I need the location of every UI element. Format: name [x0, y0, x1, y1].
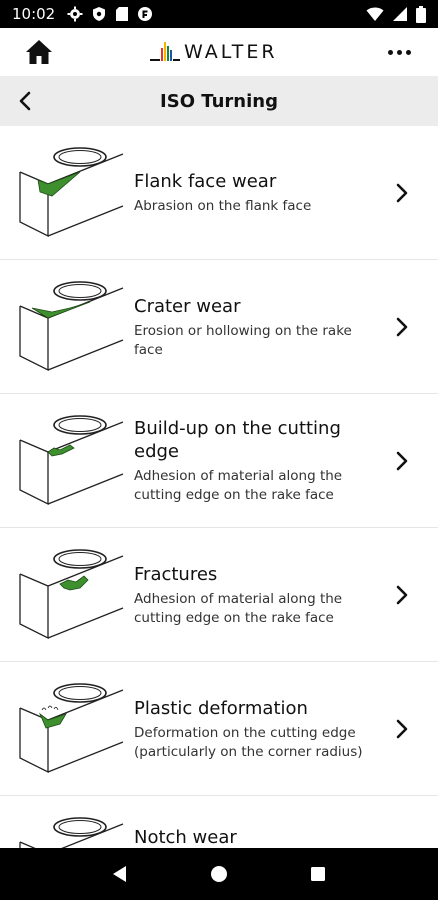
- more-dot: [396, 49, 402, 55]
- sub-header: ISO Turning: [0, 76, 438, 126]
- chevron-left-icon[interactable]: [14, 88, 38, 114]
- more-options-icon[interactable]: [384, 40, 414, 64]
- battery-icon: [416, 5, 426, 23]
- list-item-text: Flank face wear Abrasion on the flank fa…: [134, 126, 374, 260]
- list-item-text: Crater wear Erosion or hollowing on the …: [134, 260, 374, 394]
- flank-face-wear-icon: [19, 147, 124, 238]
- list-item-title: Fractures: [134, 563, 218, 585]
- list-item[interactable]: Plastic deformation Deformation on the c…: [0, 662, 438, 796]
- status-icons-right: [366, 5, 426, 23]
- system-nav-bar: [0, 848, 438, 900]
- notch-wear-icon: [19, 817, 124, 848]
- list-item[interactable]: Flank face wear Abrasion on the flank fa…: [0, 126, 438, 260]
- fractures-icon: [19, 549, 124, 640]
- list-item-title: Crater wear: [134, 295, 241, 317]
- home-icon[interactable]: [24, 38, 54, 66]
- app-header: WALTER: [0, 28, 438, 76]
- list-item-title: Build-up on the cutting edge: [134, 418, 341, 462]
- list-item-title: Flank face wear: [134, 171, 277, 192]
- circle-home-icon[interactable]: [207, 862, 231, 886]
- signal-icon: [393, 7, 407, 21]
- more-dot: [387, 49, 393, 55]
- chevron-right-icon: [396, 451, 408, 471]
- list-item-description: Abrasion on the flank face: [134, 198, 312, 214]
- status-icons-left: [67, 6, 153, 22]
- list-item-text: Plastic deformation Deformation on the c…: [134, 662, 374, 796]
- list-item[interactable]: Fractures Adhesion of material along the…: [0, 528, 438, 662]
- list-item-description: Adhesion of material along the cutting e…: [134, 468, 343, 503]
- sd-card-icon: [116, 7, 129, 21]
- walter-logo-mark: [150, 42, 180, 61]
- walter-logo: WALTER: [150, 36, 290, 68]
- app-notification-icon: [138, 7, 153, 21]
- list-item-text: Build-up on the cutting edge Adhesion of…: [134, 394, 374, 528]
- list-item-text: Fractures Adhesion of material along the…: [134, 528, 374, 662]
- chevron-right-icon: [396, 719, 408, 739]
- list-item-text: Notch wear: [134, 796, 374, 848]
- status-time: 10:02: [12, 5, 56, 23]
- list-item-description: Erosion or hollowing on the rake face: [134, 322, 352, 358]
- page-title: ISO Turning: [160, 90, 278, 112]
- list-item[interactable]: Notch wear: [0, 796, 438, 848]
- more-dot: [405, 49, 411, 55]
- chevron-right-icon: [396, 183, 408, 203]
- list-item[interactable]: Build-up on the cutting edge Adhesion of…: [0, 394, 438, 528]
- list-item[interactable]: Crater wear Erosion or hollowing on the …: [0, 260, 438, 394]
- plastic-deformation-icon: [19, 683, 124, 774]
- list-item-description: Adhesion of material along the cutting e…: [134, 590, 343, 626]
- list-item-title: Notch wear: [134, 827, 237, 848]
- triangle-back-icon[interactable]: [108, 862, 132, 886]
- list-item-title: Plastic deformation: [134, 697, 308, 719]
- list-item-description: Deformation on the cutting edge (particu…: [134, 724, 363, 760]
- status-bar: 10:02: [0, 0, 438, 28]
- wifi-icon: [366, 7, 384, 21]
- build-up-edge-icon: [19, 415, 124, 506]
- square-recents-icon[interactable]: [306, 862, 330, 886]
- chevron-right-icon: [396, 317, 408, 337]
- shield-icon: [93, 7, 106, 21]
- settings-icon: [67, 6, 83, 22]
- crater-wear-icon: [19, 281, 124, 372]
- walter-logo-text: WALTER: [184, 41, 278, 63]
- wear-type-list: Flank face wear Abrasion on the flank fa…: [0, 126, 438, 848]
- chevron-right-icon: [396, 585, 408, 605]
